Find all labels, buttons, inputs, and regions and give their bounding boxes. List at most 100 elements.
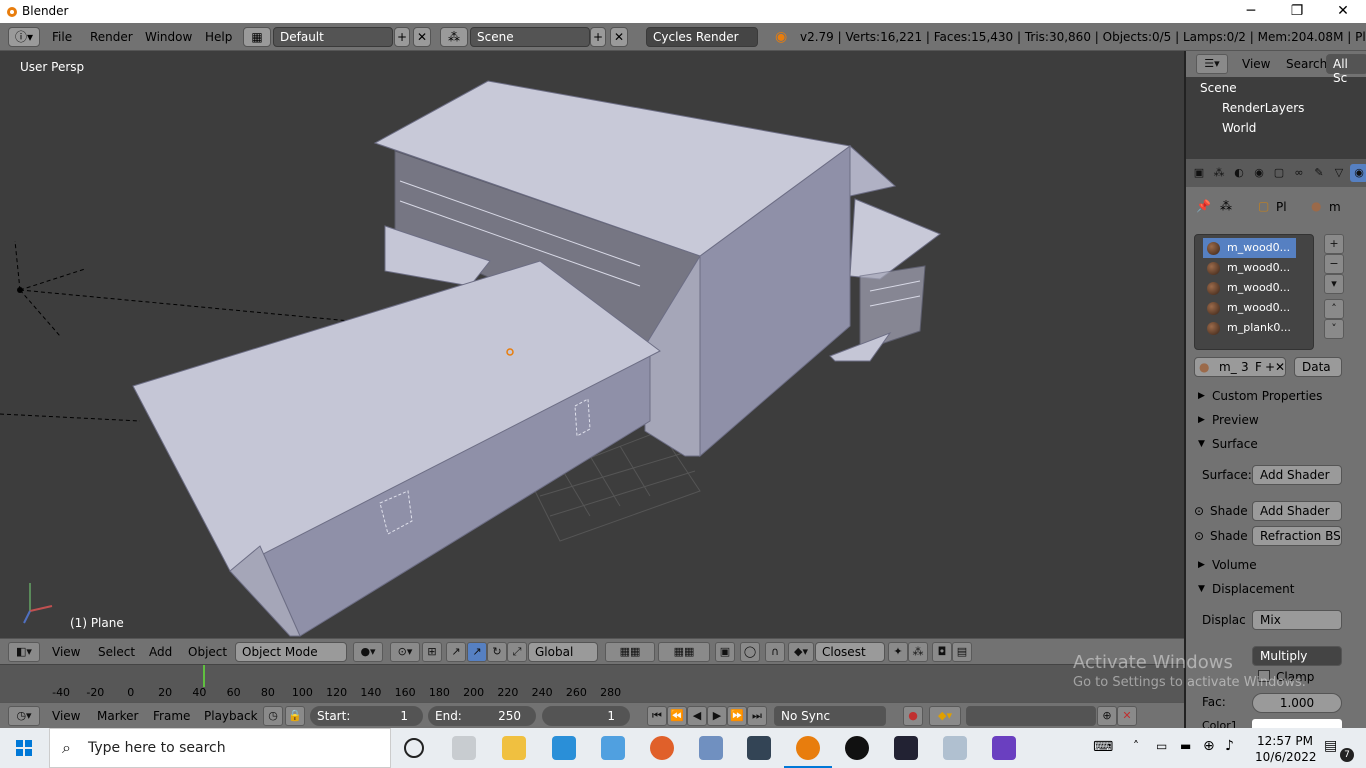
fake-user-toggle[interactable]: F [1255, 360, 1262, 374]
breadcrumb-object[interactable]: Pl [1276, 200, 1287, 214]
paint-icon[interactable] [943, 736, 967, 760]
outliner-item-renderlayers[interactable]: RenderLayers [1222, 101, 1304, 115]
snap-align-icon[interactable]: ✦ [888, 642, 908, 662]
material-users[interactable]: 3 [1241, 360, 1249, 374]
outliner-filter-select[interactable]: All Sc [1326, 54, 1366, 85]
3d-viewport[interactable]: User Persp (1) Plane [0, 51, 1184, 638]
material-slot[interactable]: m_wood0... [1203, 278, 1296, 298]
scene-field[interactable]: Scene [470, 27, 590, 47]
record-icon[interactable]: ● [903, 706, 923, 726]
notification-icon[interactable]: ▤ [1324, 738, 1337, 754]
layout-add-icon[interactable]: + [394, 27, 410, 47]
add-slot-icon[interactable]: + [1324, 234, 1344, 254]
keying-icon[interactable]: ◆▾ [929, 706, 961, 726]
material-slot-list[interactable]: m_wood0... m_wood0... m_wood0... m_wood0… [1194, 234, 1314, 350]
menu-add[interactable]: Add [149, 645, 172, 659]
panel-volume[interactable]: ▶ Volume [1186, 554, 1366, 576]
tray-expand-icon[interactable]: ˄ [1133, 739, 1139, 753]
lock-icon[interactable]: 🔒 [285, 706, 305, 726]
move-slot-down-icon[interactable]: ˅ [1324, 319, 1344, 339]
snap-magnet-icon[interactable]: ∩ [765, 642, 785, 662]
jump-start-icon[interactable]: ⏮ [647, 706, 667, 726]
shading-icon[interactable]: ●▾ [353, 642, 383, 662]
material-name[interactable]: m_ [1219, 360, 1237, 374]
keyboard-icon[interactable]: ⌨ [1093, 739, 1113, 755]
new-material-icon[interactable]: + [1265, 360, 1275, 374]
unlink-material-icon[interactable]: ✕ [1275, 360, 1285, 374]
network-icon[interactable]: ⊕ [1203, 738, 1215, 754]
minimize-button[interactable]: ─ [1228, 0, 1274, 23]
timeline-clock-icon[interactable]: ◷ [263, 706, 283, 726]
translate-icon[interactable]: ↗ [446, 642, 466, 662]
orientation-select[interactable]: Global [528, 642, 598, 662]
timeline[interactable]: -40 -20 0 20 40 60 80 100 120 140 160 180 200 220 240 2… [0, 664, 1184, 702]
outliner-editor-icon[interactable]: ☰▾ [1196, 54, 1228, 74]
end-frame-field[interactable]: End: 250 [428, 706, 536, 726]
object-tab-icon[interactable]: ▢ [1270, 164, 1288, 182]
properties-editor[interactable]: ▣ ⁂ ◐ ◉ ▢ ∞ ✎ ▽ ◉ 📌 ⁂ ▢ Pl ● m m_wood0..… [1184, 159, 1366, 728]
layout-field[interactable]: Default [273, 27, 393, 47]
start-frame-field[interactable]: Start: 1 [310, 706, 423, 726]
scene-add-icon[interactable]: + [590, 27, 606, 47]
slot-specials-icon[interactable]: ▾ [1324, 274, 1344, 294]
snap-element-icon[interactable]: ◆▾ [788, 642, 814, 662]
world-tab-icon[interactable]: ◉ [1250, 164, 1268, 182]
material-slot[interactable]: m_plank0... [1203, 318, 1296, 338]
file-explorer-icon[interactable] [502, 736, 526, 760]
proportional-icon[interactable]: ◯ [740, 642, 760, 662]
menu-help[interactable]: Help [205, 30, 232, 44]
material-slot[interactable]: m_wood0... [1203, 238, 1296, 258]
material-datablock[interactable]: ● m_ 3 F + ✕ [1194, 357, 1286, 377]
breadcrumb-material[interactable]: m [1329, 200, 1341, 214]
jump-end-icon[interactable]: ⏭ [747, 706, 767, 726]
taskbar-search[interactable]: ⌕ Type here to search [49, 728, 391, 768]
data-tab-icon[interactable]: ▽ [1330, 164, 1348, 182]
app-bear-icon[interactable] [747, 736, 771, 760]
current-frame-field[interactable]: 1 [542, 706, 630, 726]
sync-select[interactable]: No Sync [774, 706, 886, 726]
menu-window[interactable]: Window [145, 30, 192, 44]
panel-surface[interactable]: ▼ Surface [1186, 433, 1366, 455]
rotate-icon[interactable]: ↻ [487, 642, 507, 662]
scale-icon[interactable]: ⤢ [507, 642, 527, 662]
move-icon[interactable]: ↗ [467, 642, 487, 662]
outliner-item-scene[interactable]: Scene [1200, 81, 1237, 95]
cortana-icon[interactable] [404, 738, 424, 758]
layers-grid-icon[interactable]: ▦▦ [605, 642, 655, 662]
pin-icon[interactable]: 📌 [1196, 199, 1211, 213]
panel-displacement[interactable]: ▼ Displacement [1186, 578, 1366, 600]
clock[interactable]: 12:57 PM 10/6/2022 [1255, 734, 1317, 764]
layout-delete-icon[interactable]: ✕ [413, 27, 431, 47]
menu-render[interactable]: Render [90, 30, 133, 44]
render-tab-icon[interactable]: ▣ [1190, 164, 1208, 182]
render-layer-icon[interactable]: ▣ [715, 642, 735, 662]
manipulator-icon[interactable]: ⊞ [422, 642, 442, 662]
insert-keyframe-icon[interactable]: ⊕ [1097, 706, 1117, 726]
outliner-item-world[interactable]: World [1222, 121, 1256, 135]
blender-taskbar-icon[interactable] [796, 736, 820, 760]
menu-file[interactable]: File [52, 30, 72, 44]
render-layers-tab-icon[interactable]: ⁂ [1210, 164, 1228, 182]
menu-select[interactable]: Select [98, 645, 135, 659]
material-tab-icon[interactable]: ◉ [1350, 164, 1366, 182]
modifiers-tab-icon[interactable]: ✎ [1310, 164, 1328, 182]
scene-browse-icon[interactable]: ⁂ [440, 27, 468, 47]
render-animation-icon[interactable]: ▤ [952, 642, 972, 662]
tablet-icon[interactable]: ▭ [1156, 739, 1167, 753]
layout-browse-icon[interactable]: ▦ [243, 27, 271, 47]
keying-set-field[interactable] [966, 706, 1096, 726]
scene-render[interactable] [0, 51, 1184, 638]
snap-target-select[interactable]: Closest [815, 642, 885, 662]
app-dolphin-icon[interactable] [552, 736, 576, 760]
scene-tab-icon[interactable]: ◐ [1230, 164, 1248, 182]
menu-object[interactable]: Object [188, 645, 227, 659]
timeline-menu-frame[interactable]: Frame [153, 709, 190, 723]
app-diamond-icon[interactable] [699, 736, 723, 760]
house-model[interactable] [132, 80, 942, 637]
app-store-icon[interactable] [894, 736, 918, 760]
panel-custom-properties[interactable]: ▶ Custom Properties [1186, 385, 1366, 407]
move-slot-up-icon[interactable]: ˄ [1324, 299, 1344, 319]
shade2-socket-icon[interactable]: ⊙ [1194, 529, 1204, 543]
layers-grid2-icon[interactable]: ▦▦ [658, 642, 710, 662]
constraints-tab-icon[interactable]: ∞ [1290, 164, 1308, 182]
